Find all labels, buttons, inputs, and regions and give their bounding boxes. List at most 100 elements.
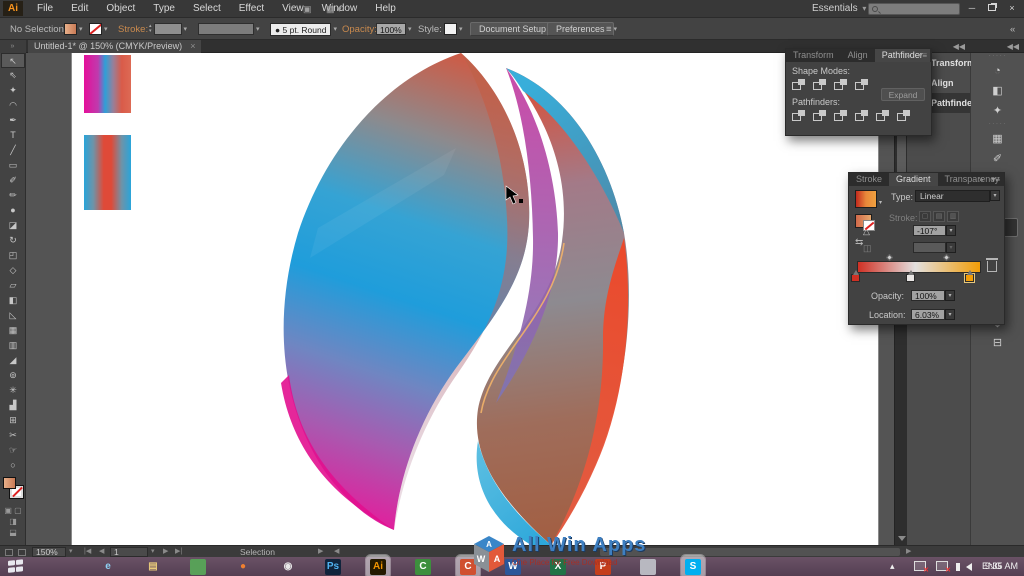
dock-icon-color[interactable]: ◔ bbox=[978, 62, 1018, 81]
tool-mesh[interactable]: ▦ bbox=[1, 323, 25, 338]
tool-selection[interactable]: ↖ bbox=[1, 53, 25, 68]
panel-menu-icon[interactable]: ▾≡ bbox=[914, 49, 931, 62]
clock[interactable]: 9:35 AM bbox=[985, 557, 1018, 576]
stroke-swatch[interactable] bbox=[89, 23, 102, 35]
pathfinder-op-merge[interactable] bbox=[834, 110, 847, 121]
shape-mode-exclude[interactable] bbox=[855, 79, 868, 90]
panel-tab-stroke[interactable]: Stroke bbox=[849, 173, 889, 186]
status-icon-2[interactable] bbox=[18, 549, 26, 556]
taskbar-app-illustrator[interactable]: Ai bbox=[370, 559, 386, 575]
taskbar-app-skype[interactable]: S bbox=[685, 559, 701, 575]
workspace-selector[interactable]: Essentials ▾ bbox=[812, 0, 866, 18]
shape-mode-unite[interactable] bbox=[792, 79, 805, 90]
chevron-down-icon[interactable]: ▾ bbox=[879, 199, 882, 206]
tab-close-icon[interactable]: × bbox=[190, 40, 195, 53]
tool-eyedropper[interactable]: ◢ bbox=[1, 353, 25, 368]
chevron-down-icon[interactable]: ▾ bbox=[459, 25, 463, 33]
artboard-number-field[interactable]: 1 bbox=[110, 547, 148, 557]
minimize-button[interactable]: ─ bbox=[962, 1, 982, 15]
zoom-level[interactable]: 150% bbox=[32, 547, 66, 557]
stroke-gradient-along[interactable]: ▤ bbox=[933, 211, 945, 222]
style-swatch[interactable] bbox=[444, 23, 457, 35]
delete-stop-icon[interactable] bbox=[987, 261, 997, 272]
gradient-midpoint-mid-1[interactable] bbox=[886, 254, 893, 261]
tool-scale[interactable]: ◰ bbox=[1, 248, 25, 263]
chevron-down-icon[interactable]: ▾ bbox=[104, 25, 108, 33]
stroke-weight-field[interactable] bbox=[154, 23, 182, 35]
tool-hand[interactable]: ☞ bbox=[1, 443, 25, 458]
opacity-field[interactable]: 100% bbox=[376, 23, 406, 35]
panel-collapse-icon[interactable]: » bbox=[902, 49, 914, 62]
dock-icon-brushes[interactable]: ✐ bbox=[978, 150, 1018, 169]
tool-direct-selection[interactable]: ⇖ bbox=[1, 68, 25, 83]
tool-slice[interactable]: ✂ bbox=[1, 428, 25, 443]
gradient-slider[interactable] bbox=[857, 261, 981, 273]
tool-magic-wand[interactable]: ✦ bbox=[1, 83, 25, 98]
tool-pen[interactable]: ✒ bbox=[1, 113, 25, 128]
pathfinder-op-minus-back[interactable] bbox=[897, 110, 910, 121]
shape-mode-minus-front[interactable] bbox=[813, 79, 826, 90]
menu-file[interactable]: File bbox=[28, 0, 62, 18]
chevron-down-icon[interactable]: ▾ bbox=[408, 25, 412, 33]
taskbar-app-internet-explorer[interactable]: e bbox=[100, 559, 116, 575]
gradient-midpoint-mid-2[interactable] bbox=[943, 254, 950, 261]
chevron-down-icon[interactable]: ▾ bbox=[614, 25, 618, 33]
tool-paintbrush[interactable]: ✐ bbox=[1, 173, 25, 188]
start-button[interactable] bbox=[8, 559, 24, 574]
dock-icon-artboards[interactable]: ⊟ bbox=[978, 334, 1018, 353]
stroke-stepper[interactable]: ▴▾ bbox=[149, 24, 152, 34]
fill-swatch[interactable] bbox=[64, 23, 77, 35]
tool-width[interactable]: ◇ bbox=[1, 263, 25, 278]
tool-rectangle[interactable]: ▭ bbox=[1, 158, 25, 173]
chevron-down-icon[interactable]: ▾ bbox=[945, 309, 955, 320]
tray-expand-icon[interactable]: ▴ bbox=[890, 557, 895, 576]
tool-line-segment[interactable]: ╱ bbox=[1, 143, 25, 158]
taskbar-app-photoshop[interactable]: Ps bbox=[325, 559, 341, 575]
menu-object[interactable]: Object bbox=[97, 0, 144, 18]
draw-mode-buttons[interactable]: ▣ ▢◨⬓ bbox=[2, 505, 24, 539]
pathfinder-op-trim[interactable] bbox=[813, 110, 826, 121]
tool-perspective-grid[interactable]: ◺ bbox=[1, 308, 25, 323]
align-options-icon[interactable]: ≡ bbox=[606, 24, 612, 35]
pathfinder-op-divide[interactable] bbox=[792, 110, 805, 121]
action-center-icon[interactable] bbox=[914, 561, 926, 571]
gradient-thumbnail[interactable] bbox=[855, 190, 877, 208]
panel-collapse-icon[interactable]: » bbox=[975, 173, 987, 186]
gradient-type-dropdown[interactable]: Linear bbox=[915, 190, 990, 202]
fill-proxy[interactable] bbox=[3, 477, 16, 489]
dock-icon[interactable]: ····· bbox=[978, 54, 1018, 61]
chevron-down-icon[interactable]: ▾ bbox=[333, 25, 337, 33]
expand-button[interactable]: Expand bbox=[881, 88, 925, 101]
tool-zoom[interactable]: ○ bbox=[1, 458, 25, 473]
search-input[interactable] bbox=[868, 3, 960, 15]
chevron-down-icon[interactable]: ▾ bbox=[184, 25, 188, 33]
chevron-down-icon[interactable]: ▾ bbox=[79, 25, 83, 33]
stop-opacity-field[interactable]: 100% bbox=[911, 290, 945, 301]
chevron-down-icon[interactable]: ▾ bbox=[945, 290, 955, 301]
preferences-button[interactable]: Preferences bbox=[547, 22, 614, 36]
tool-rotate[interactable]: ↻ bbox=[1, 233, 25, 248]
tool-blend[interactable]: ⊚ bbox=[1, 368, 25, 383]
menu-effect[interactable]: Effect bbox=[230, 0, 273, 18]
tool-symbol-sprayer[interactable]: ✳ bbox=[1, 383, 25, 398]
chevron-down-icon[interactable]: ▾ bbox=[256, 25, 260, 33]
taskbar-app-camtasia[interactable]: C bbox=[415, 559, 431, 575]
scroll-down-icon[interactable] bbox=[898, 536, 906, 541]
gradient-stop-orange[interactable] bbox=[965, 274, 974, 282]
chevron-down-icon[interactable]: ▾ bbox=[946, 225, 956, 236]
document-setup-button[interactable]: Document Setup bbox=[470, 22, 555, 36]
workspace-switcher-icon[interactable]: ▦ ▾ bbox=[326, 2, 342, 16]
shape-mode-intersect[interactable] bbox=[834, 79, 847, 90]
stroke-gradient-within[interactable]: ▢ bbox=[919, 211, 931, 222]
close-button[interactable]: × bbox=[1002, 1, 1022, 15]
collapse-control-icon[interactable]: « bbox=[1010, 24, 1015, 35]
toolbar-collapse[interactable]: » bbox=[0, 40, 26, 53]
menu-select[interactable]: Select bbox=[184, 0, 230, 18]
tool-blob-brush[interactable]: ● bbox=[1, 203, 25, 218]
menu-edit[interactable]: Edit bbox=[62, 0, 97, 18]
pathfinder-op-outline[interactable] bbox=[876, 110, 889, 121]
tool-lasso[interactable]: ◠ bbox=[1, 98, 25, 113]
brush-definition-dropdown[interactable]: ● 5 pt. Round bbox=[270, 23, 331, 36]
variable-width-field[interactable] bbox=[198, 23, 254, 35]
volume-icon[interactable] bbox=[966, 563, 972, 571]
